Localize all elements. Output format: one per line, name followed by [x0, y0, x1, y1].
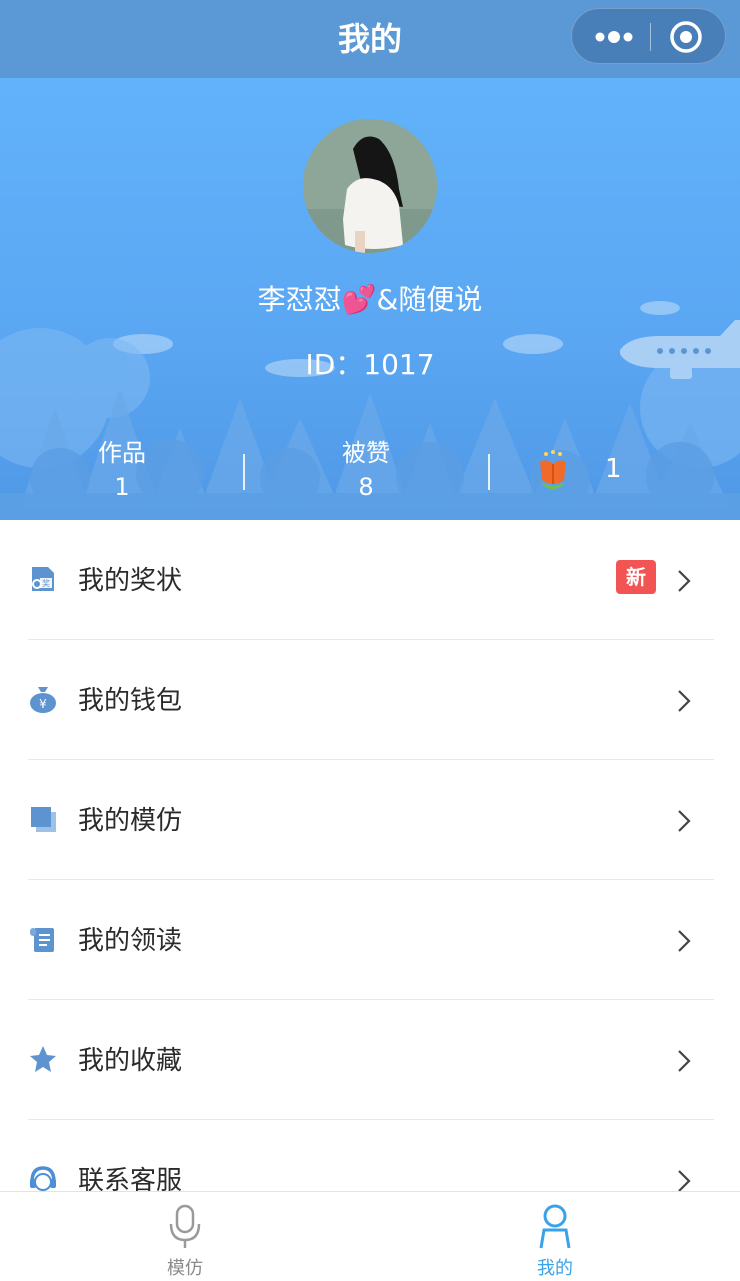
stat-flowers-value: 1 [605, 454, 622, 484]
stat-divider [243, 454, 245, 490]
miniprogram-capsule [571, 8, 726, 64]
menu-item-wallet[interactable]: ¥ 我的钱包 [0, 640, 740, 760]
menu-item-certificates[interactable]: 奖 我的奖状 新 [0, 520, 740, 640]
flower-icon[interactable] [536, 450, 570, 490]
top-nav-bar: 我的 [0, 0, 740, 78]
chevron-right-icon [678, 570, 691, 592]
menu-item-label: 我的奖状 [78, 566, 183, 596]
money-bag-icon: ¥ [30, 687, 56, 713]
capsule-divider [650, 23, 651, 51]
chevron-right-icon [678, 930, 691, 952]
stat-divider [488, 454, 490, 490]
tab-mine[interactable]: 我的 [370, 1192, 740, 1281]
menu-list: 奖 我的奖状 新 ¥ 我的钱包 我的模仿 我的领读 我的收藏 联系客服 [0, 520, 740, 1240]
star-icon [30, 1046, 56, 1072]
chevron-right-icon [678, 690, 691, 712]
stat-likes[interactable]: 被赞 8 [286, 436, 446, 504]
chevron-right-icon [678, 1050, 691, 1072]
bottom-tab-bar: 模仿 我的 [0, 1191, 740, 1280]
new-badge: 新 [616, 560, 656, 594]
certificate-icon: 奖 [32, 567, 54, 591]
tab-imitate-label: 模仿 [167, 1258, 203, 1279]
menu-item-lead-reading[interactable]: 我的领读 [0, 880, 740, 1000]
scroll-icon [30, 928, 54, 952]
user-nickname: 李怼怼💕&随便说 [257, 283, 483, 316]
stat-works[interactable]: 作品 1 [42, 436, 202, 504]
menu-item-imitations[interactable]: 我的模仿 [0, 760, 740, 880]
chevron-right-icon [678, 810, 691, 832]
stat-likes-label: 被赞 [342, 439, 390, 467]
user-icon [539, 1204, 571, 1249]
menu-item-label: 我的钱包 [78, 686, 183, 716]
menu-item-label: 我的领读 [78, 926, 183, 956]
menu-item-label: 我的收藏 [78, 1046, 183, 1076]
svg-text:¥: ¥ [39, 697, 47, 711]
close-miniprogram-icon[interactable] [668, 19, 704, 55]
microphone-icon [169, 1204, 201, 1248]
headset-icon [30, 1166, 56, 1191]
tab-imitate[interactable]: 模仿 [0, 1192, 370, 1281]
copy-icon [31, 807, 56, 832]
svg-text:奖: 奖 [42, 578, 50, 588]
user-id: ID：1017 [305, 348, 435, 381]
menu-item-label: 我的模仿 [78, 806, 183, 836]
tab-mine-label: 我的 [537, 1258, 573, 1279]
stat-works-value: 1 [114, 473, 130, 501]
more-options-icon[interactable] [590, 9, 646, 65]
stat-likes-value: 8 [358, 473, 374, 501]
menu-item-favorites[interactable]: 我的收藏 [0, 1000, 740, 1120]
profile-header: 李怼怼💕&随便说 ID：1017 作品 1 被赞 8 1 [0, 78, 740, 520]
stat-works-label: 作品 [98, 439, 146, 467]
user-avatar[interactable] [303, 119, 437, 253]
